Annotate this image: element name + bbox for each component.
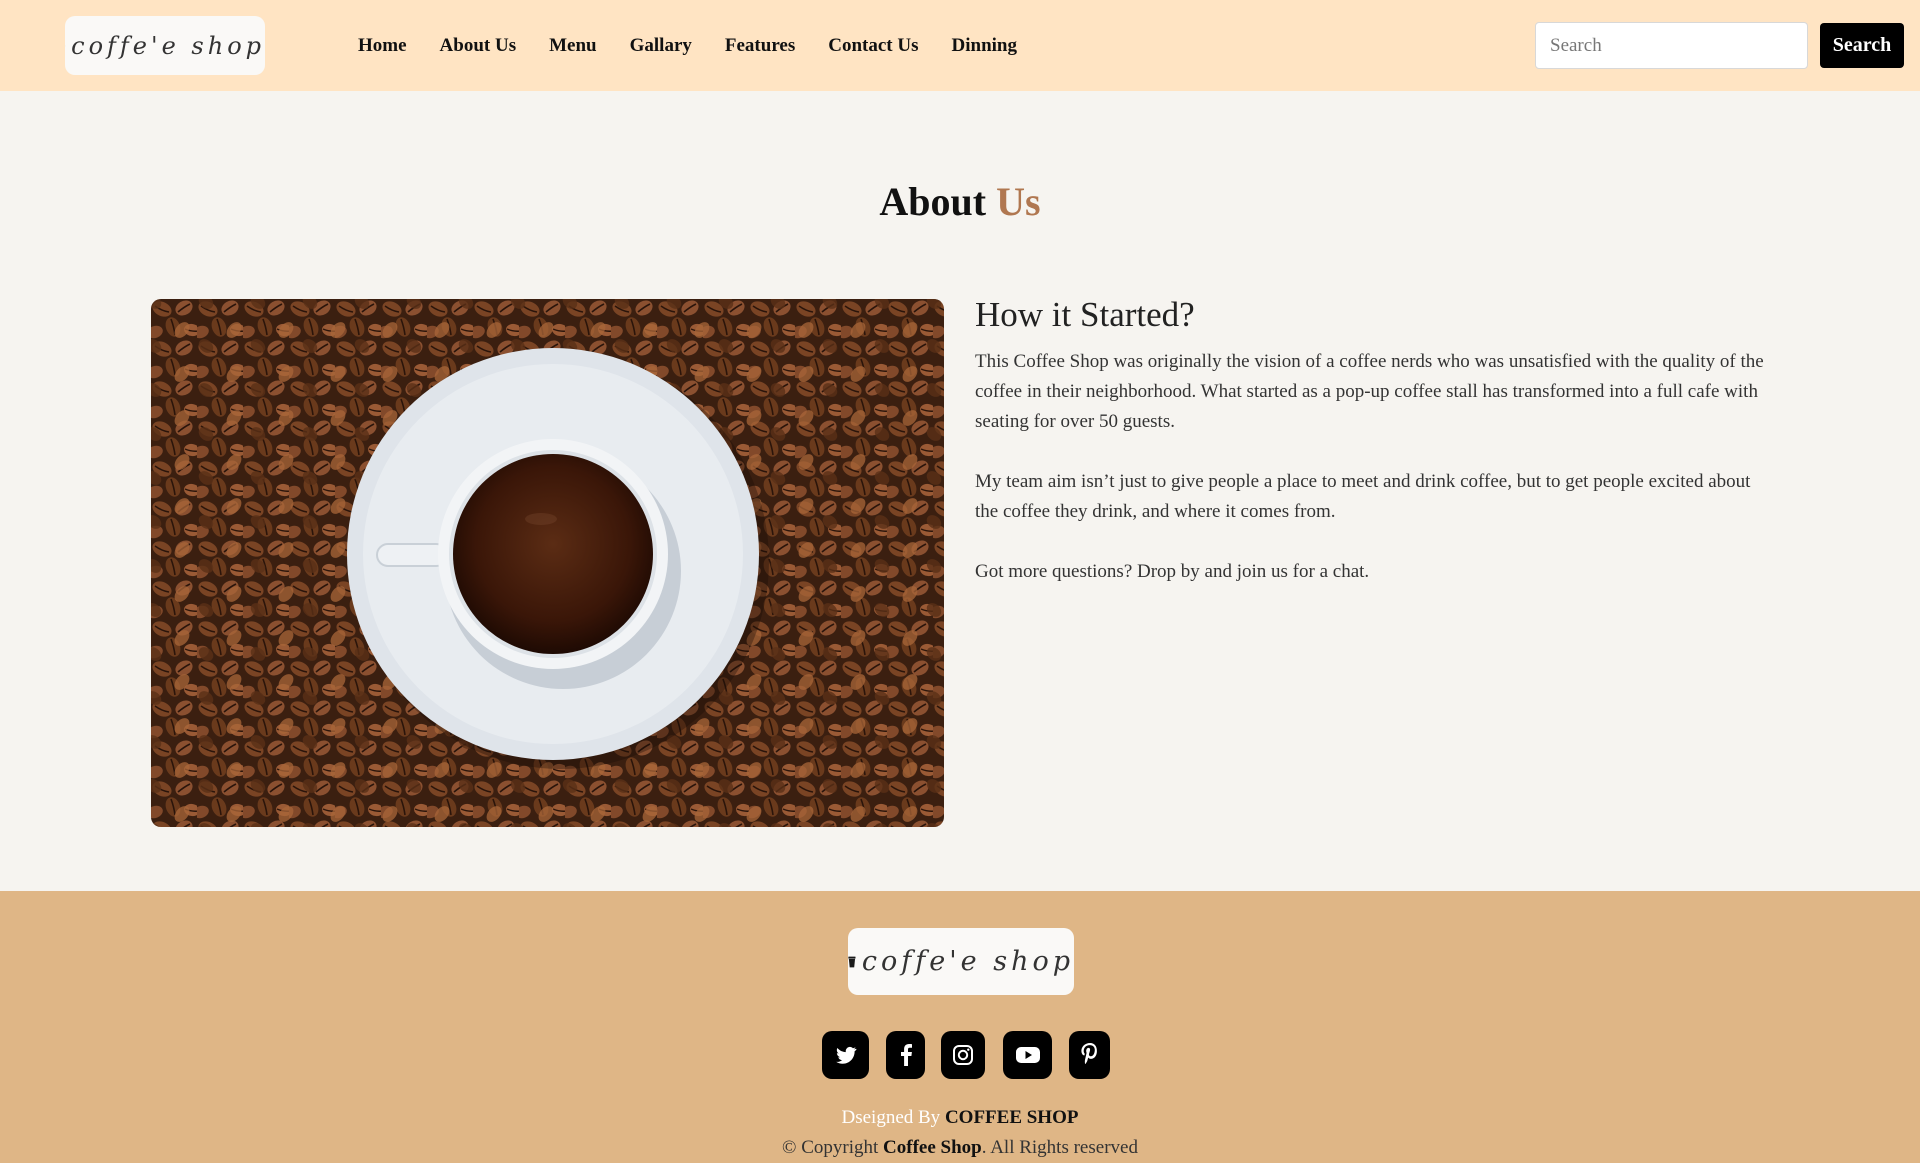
section-title-accent: Us: [996, 179, 1041, 224]
about-text-block: How it Started? This Coffee Shop was ori…: [975, 295, 1765, 617]
nav-item-dinning[interactable]: Dinning: [952, 35, 1017, 57]
instagram-icon[interactable]: [941, 1031, 985, 1079]
twitter-icon[interactable]: [822, 1031, 869, 1079]
main-nav: Home About Us Menu Gallary Features Cont…: [358, 0, 1050, 91]
about-heading: How it Started?: [975, 295, 1195, 334]
header-logo[interactable]: coffe'e shop: [65, 16, 265, 75]
search-input[interactable]: [1535, 22, 1808, 69]
nav-item-contact-us[interactable]: Contact Us: [828, 35, 918, 57]
nav-item-home[interactable]: Home: [358, 35, 407, 57]
site-header: coffe'e shop Home About Us Menu Gallary …: [0, 0, 1920, 91]
search-button[interactable]: Search: [1820, 23, 1904, 68]
youtube-icon[interactable]: [1003, 1031, 1052, 1079]
coffee-cup-icon: [848, 956, 856, 967]
section-title: About Us: [0, 178, 1920, 225]
designer-credit: Dseigned By COFFEE SHOP: [0, 1107, 1920, 1129]
nav-item-about-us[interactable]: About Us: [440, 35, 517, 57]
facebook-icon[interactable]: [886, 1031, 925, 1079]
copyright: © Copyright Coffee Shop. All Rights rese…: [0, 1137, 1920, 1159]
about-paragraph: Got more questions? Drop by and join us …: [975, 561, 1370, 582]
about-paragraph: My team aim isn’t just to give people a …: [975, 471, 1751, 522]
logo-text: coffe'e shop: [861, 946, 1074, 977]
credit-prefix: Dseigned By: [841, 1107, 945, 1128]
nav-item-features[interactable]: Features: [725, 35, 795, 57]
copyright-suffix: . All Rights reserved: [981, 1137, 1138, 1158]
logo-text: coffe'e shop: [71, 31, 265, 60]
site-footer: coffe'e shop Dseigned By COFFEE SHOP © C…: [0, 891, 1920, 1163]
credit-name: COFFEE SHOP: [944, 1107, 1079, 1128]
nav-item-menu[interactable]: Menu: [549, 35, 597, 57]
nav-item-gallary[interactable]: Gallary: [630, 35, 692, 57]
pinterest-icon[interactable]: [1069, 1031, 1110, 1079]
copyright-name: Coffee Shop: [883, 1137, 982, 1158]
section-title-main: About: [879, 179, 987, 224]
footer-logo[interactable]: coffe'e shop: [848, 928, 1074, 995]
about-paragraph: This Coffee Shop was originally the visi…: [975, 351, 1764, 432]
copyright-prefix: © Copyright: [782, 1137, 884, 1158]
coffee-cup-image: [151, 299, 944, 827]
